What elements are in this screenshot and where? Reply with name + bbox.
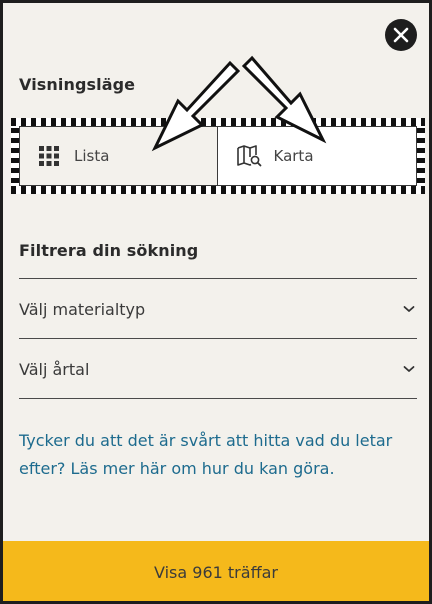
close-button[interactable] — [385, 19, 417, 51]
map-search-icon — [236, 145, 261, 167]
help-link[interactable]: Tycker du att det är svårt att hitta vad… — [19, 427, 417, 483]
close-icon — [393, 27, 409, 43]
chevron-down-icon — [403, 306, 415, 312]
chevron-down-icon — [403, 366, 415, 372]
divider — [19, 338, 417, 339]
year-dropdown[interactable]: Välj årtal — [19, 340, 417, 398]
view-mode-toggle: Lista Karta — [19, 126, 417, 186]
view-mode-title: Visningsläge — [19, 75, 136, 94]
divider — [19, 278, 417, 279]
view-option-map-label: Karta — [273, 147, 314, 165]
show-results-button[interactable]: Visa 961 träffar — [3, 541, 429, 601]
filter-panel: Visningsläge Lista Karta Filtrera din sö… — [0, 0, 432, 604]
filter-title: Filtrera din sökning — [19, 241, 199, 260]
grid-icon — [39, 146, 59, 166]
material-type-label: Välj materialtyp — [19, 299, 146, 319]
material-type-dropdown[interactable]: Välj materialtyp — [19, 280, 417, 338]
view-option-list[interactable]: Lista — [20, 127, 218, 185]
divider — [19, 398, 417, 399]
year-label: Välj årtal — [19, 359, 90, 379]
view-option-list-label: Lista — [74, 147, 110, 165]
view-option-map[interactable]: Karta — [217, 127, 416, 185]
